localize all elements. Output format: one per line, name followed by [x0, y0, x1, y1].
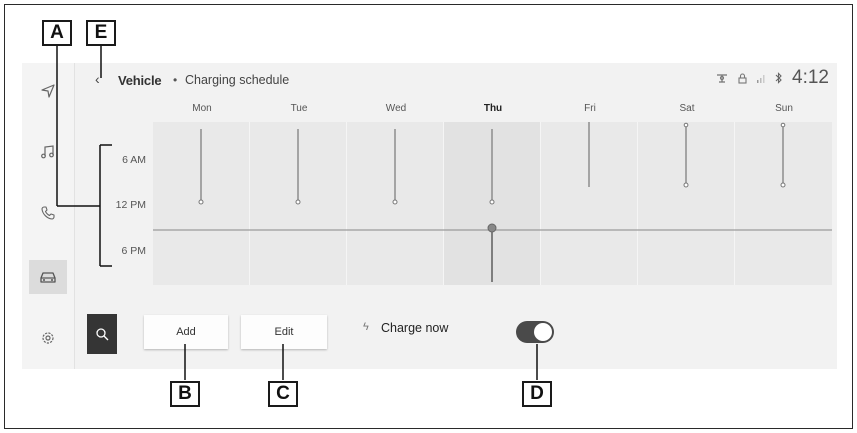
callout-c: C: [268, 381, 298, 407]
callout-e: E: [86, 20, 116, 46]
callout-d: D: [522, 381, 552, 407]
callout-a: A: [42, 20, 72, 46]
callout-leaders: [56, 44, 538, 380]
callout-b: B: [170, 381, 200, 407]
